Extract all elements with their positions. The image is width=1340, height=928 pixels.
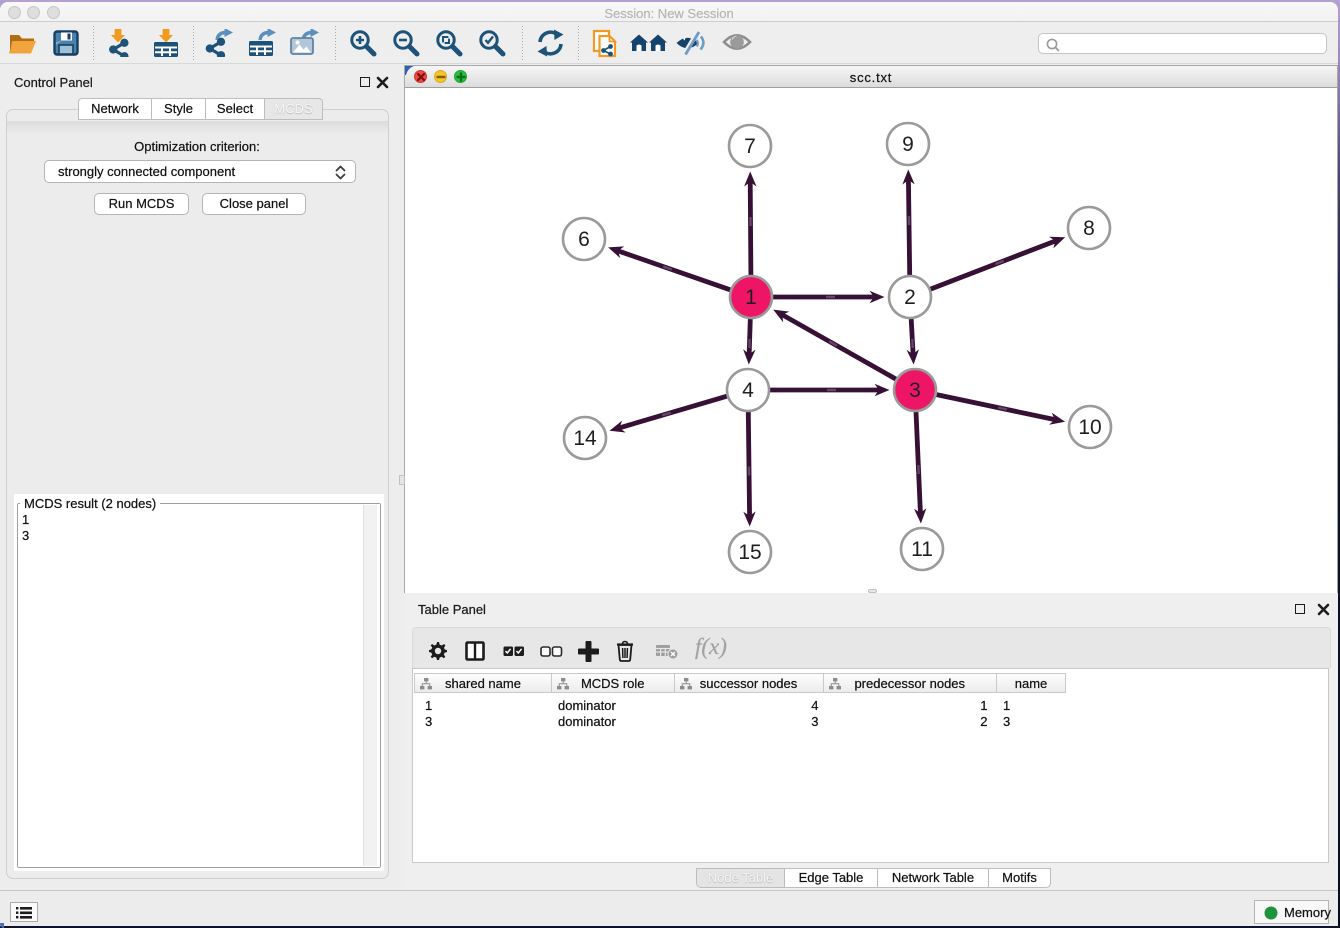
svg-text:7: 7 <box>744 135 756 158</box>
svg-text:15: 15 <box>738 541 761 564</box>
svg-text:1: 1 <box>745 286 757 309</box>
svg-text:14: 14 <box>573 427 597 450</box>
svg-text:3: 3 <box>909 379 921 402</box>
svg-text:2: 2 <box>904 286 916 309</box>
svg-text:8: 8 <box>1083 217 1095 240</box>
svg-text:4: 4 <box>742 379 754 402</box>
svg-text:10: 10 <box>1078 416 1101 439</box>
svg-text:9: 9 <box>902 133 914 156</box>
svg-text:11: 11 <box>911 538 933 561</box>
svg-text:6: 6 <box>578 228 590 251</box>
